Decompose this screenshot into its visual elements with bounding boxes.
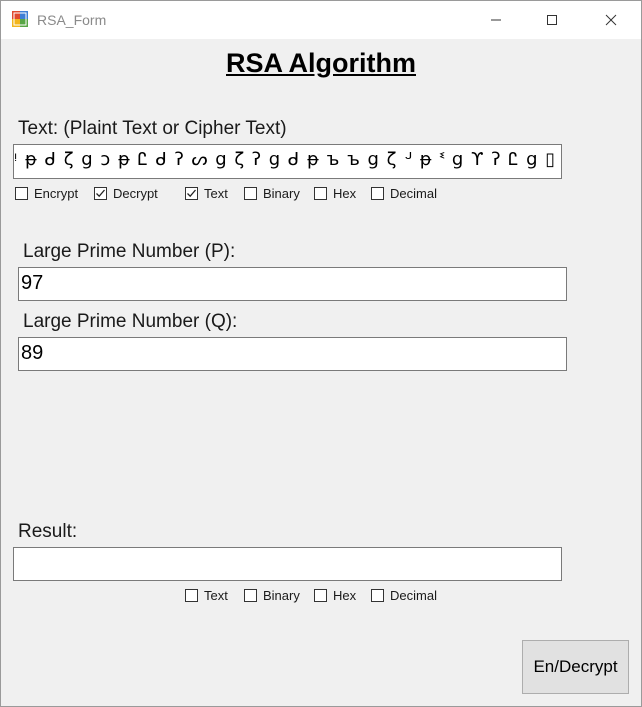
app-icon	[12, 11, 28, 27]
checkbox-box[interactable]	[244, 187, 257, 200]
checkbox-box-checked[interactable]	[94, 187, 107, 200]
checkbox-box-checked[interactable]	[185, 187, 198, 200]
close-button[interactable]	[588, 1, 634, 39]
binary-format-checkbox[interactable]: Binary	[244, 186, 300, 201]
checkbox-label: Binary	[263, 588, 300, 603]
minimize-button[interactable]	[473, 1, 519, 39]
rsa-form-window: RSA_Form RSA Algorithm Text: (Plaint Tex…	[0, 0, 642, 707]
prime-q-value: 89	[21, 342, 44, 364]
hex-format-checkbox[interactable]: Hex	[314, 186, 356, 201]
result-label: Result:	[18, 521, 78, 542]
prime-q-label: Large Prime Number (Q):	[23, 311, 238, 332]
checkmark-icon	[96, 189, 105, 198]
result-decimal-checkbox[interactable]: Decimal	[371, 588, 437, 603]
checkbox-label: Hex	[333, 588, 357, 603]
maximize-icon	[547, 15, 557, 25]
encrypt-checkbox[interactable]: Encrypt	[15, 186, 78, 201]
prime-p-value: 97	[21, 272, 44, 294]
minimize-icon	[491, 19, 501, 21]
checkbox-label: Binary	[263, 186, 300, 201]
result-text-checkbox[interactable]: Text	[185, 588, 228, 603]
checkbox-label: Decimal	[390, 186, 437, 201]
decimal-format-checkbox[interactable]: Decimal	[371, 186, 437, 201]
checkbox-label: Text	[204, 186, 228, 201]
checkbox-box[interactable]	[314, 187, 327, 200]
result-hex-checkbox[interactable]: Hex	[314, 588, 356, 603]
checkbox-label: Decrypt	[113, 186, 158, 201]
checkbox-box[interactable]	[314, 589, 327, 602]
checkbox-box[interactable]	[371, 187, 384, 200]
decrypt-checkbox[interactable]: Decrypt	[94, 186, 158, 201]
maximize-button[interactable]	[529, 1, 575, 39]
prime-q-input[interactable]: 89	[18, 337, 567, 371]
text-input-value: ᵎ ᵽ ᑯ ζ ց ɔ ᵽ Ꮭ ᑯ ʔ ᔕ ց ζ ʔ ց ᑯ ᵽ ъ ъ ց …	[14, 149, 562, 170]
checkmark-icon	[187, 189, 196, 198]
page-title: RSA Algorithm	[226, 48, 416, 78]
checkbox-label: Text	[204, 588, 228, 603]
checkbox-box[interactable]	[185, 589, 198, 602]
checkbox-label: Decimal	[390, 588, 437, 603]
checkbox-label: Hex	[333, 186, 357, 201]
checkbox-label: Encrypt	[34, 186, 79, 201]
text-format-checkbox[interactable]: Text	[185, 186, 228, 201]
result-binary-checkbox[interactable]: Binary	[244, 588, 300, 603]
en-decrypt-button[interactable]: En/Decrypt	[522, 640, 629, 694]
prime-p-label: Large Prime Number (P):	[23, 241, 236, 262]
checkbox-box[interactable]	[244, 589, 257, 602]
title-bar[interactable]: RSA_Form	[1, 1, 641, 39]
prime-p-input[interactable]: 97	[18, 267, 567, 301]
checkbox-box[interactable]	[15, 187, 28, 200]
close-icon	[605, 14, 617, 26]
result-output[interactable]	[13, 547, 562, 581]
checkbox-box[interactable]	[371, 589, 384, 602]
window-title: RSA_Form	[37, 12, 107, 28]
text-input[interactable]: ᵎ ᵽ ᑯ ζ ց ɔ ᵽ Ꮭ ᑯ ʔ ᔕ ց ζ ʔ ց ᑯ ᵽ ъ ъ ց …	[13, 144, 562, 179]
text-label: Text: (Plaint Text or Cipher Text)	[18, 118, 287, 139]
